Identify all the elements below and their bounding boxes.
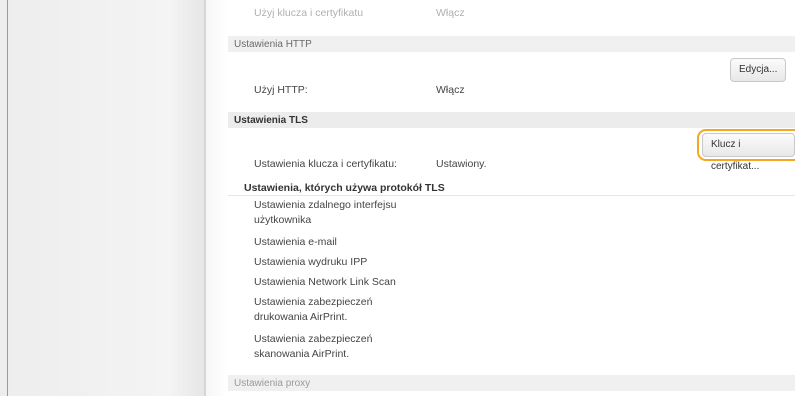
http-section-header: [228, 36, 795, 52]
key-and-certificate-button[interactable]: Klucz i certyfikat...: [702, 133, 795, 172]
sidebar: [0, 0, 204, 396]
top-row-value: Włącz: [436, 7, 465, 19]
proxy-section-header: [228, 375, 795, 391]
tls-item-network-link-scan: Ustawienia Network Link Scan: [254, 276, 396, 288]
tls-item-airprint-print-line1: Ustawienia zabezpieczeń: [254, 296, 373, 308]
tls-item-airprint-scan-line2: skanowania AirPrint.: [254, 348, 350, 360]
edit-button[interactable]: Edycja...: [730, 58, 787, 82]
use-http-value: Włącz: [436, 84, 465, 96]
tls-section-header: [228, 112, 795, 128]
key-cert-value: Ustawiony.: [436, 158, 487, 170]
tls-item-remote-ui-line2: użytkownika: [254, 214, 312, 226]
tls-item-email: Ustawienia e-mail: [254, 236, 337, 248]
tls-item-airprint-scan-line1: Ustawienia zabezpieczeń: [254, 333, 373, 345]
tls-item-airprint-print-line2: drukowania AirPrint.: [254, 311, 348, 323]
tls-section-title: Ustawienia TLS: [234, 115, 308, 126]
top-row-label: Użyj klucza i certyfikatu: [254, 7, 364, 19]
use-http-label: Użyj HTTP:: [254, 84, 308, 96]
window-border: [7, 0, 8, 396]
proxy-section-title: Ustawienia proxy: [234, 378, 311, 389]
divider: [228, 195, 795, 196]
tls-item-ipp: Ustawienia wydruku IPP: [254, 256, 368, 268]
tls-item-remote-ui-line1: Ustawienia zdalnego interfejsu: [254, 199, 397, 211]
http-section-title: Ustawienia HTTP: [234, 39, 312, 50]
key-cert-label: Ustawienia klucza i certyfikatu:: [254, 158, 397, 170]
uses-tls-heading: Ustawienia, których używa protokół TLS: [244, 182, 445, 194]
